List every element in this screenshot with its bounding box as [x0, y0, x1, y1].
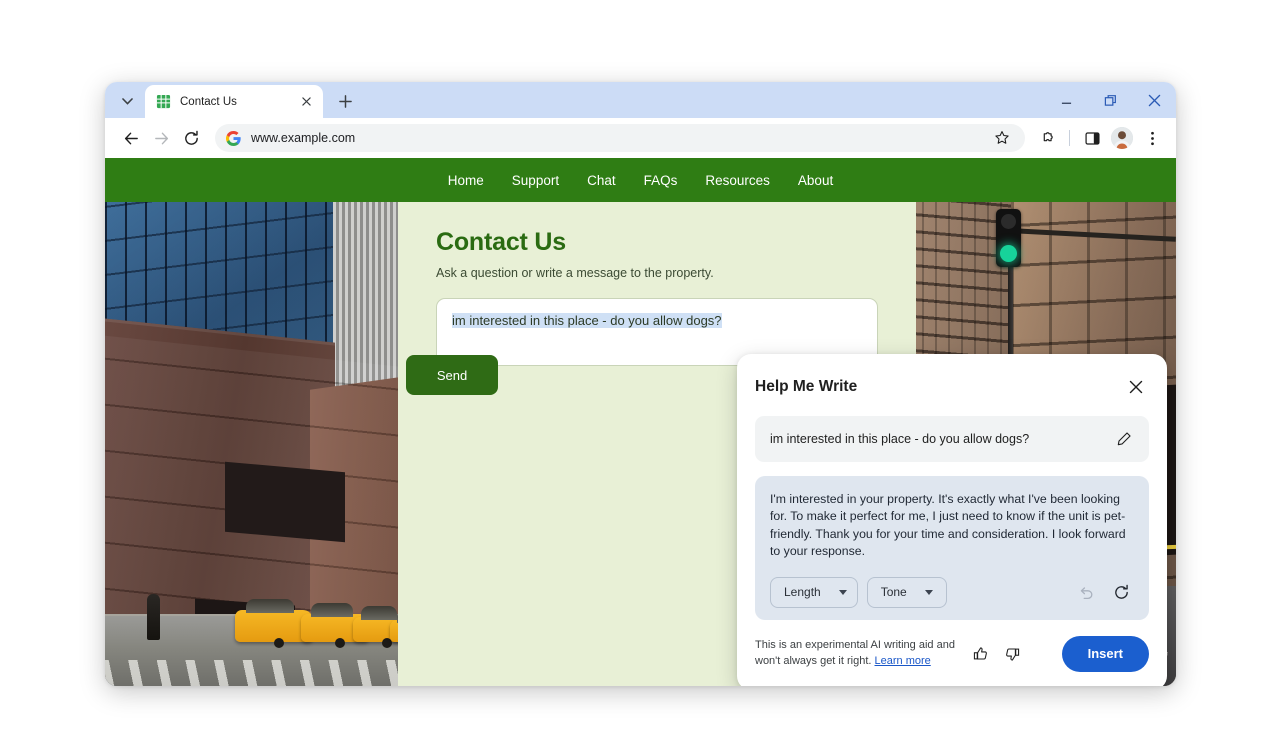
disclaimer-text: This is an experimental AI writing aid a… [755, 638, 960, 669]
page-title: Contact Us [436, 228, 878, 257]
nav-item-chat[interactable]: Chat [573, 173, 630, 188]
undo-icon [1078, 584, 1095, 601]
thumbs-up-button[interactable] [968, 641, 994, 667]
thumbs-down-icon [1004, 646, 1020, 662]
pencil-icon [1116, 431, 1132, 447]
window-controls [1044, 82, 1176, 118]
green-grid-favicon [156, 94, 171, 109]
bookmark-button[interactable] [989, 125, 1015, 151]
toolbar-divider [1069, 130, 1070, 146]
feedback-buttons [968, 641, 1025, 667]
length-dropdown[interactable]: Length [770, 577, 858, 608]
refresh-icon [1113, 584, 1130, 601]
nav-item-faqs[interactable]: FAQs [630, 173, 692, 188]
page-body: Contact Us Ask a question or write a mes… [105, 202, 1176, 686]
generated-result-card: I'm interested in your property. It's ex… [755, 476, 1149, 620]
minimize-icon [1061, 95, 1072, 106]
chevron-down-icon [122, 98, 133, 105]
disclaimer-line-2: won't always get it right. [755, 655, 871, 667]
learn-more-link[interactable]: Learn more [875, 655, 931, 667]
tab-search-button[interactable] [113, 87, 141, 115]
site-navigation: Home Support Chat FAQs Resources About [105, 158, 1176, 202]
generated-text: I'm interested in your property. It's ex… [770, 491, 1134, 561]
reload-icon [183, 130, 200, 147]
reload-button[interactable] [177, 124, 205, 152]
building-photo-left [105, 202, 398, 686]
tab-strip: Contact Us [105, 82, 1176, 118]
nav-item-home[interactable]: Home [434, 173, 498, 188]
avatar-image [1111, 127, 1133, 149]
tone-dropdown[interactable]: Tone [867, 577, 947, 608]
side-panel-icon [1084, 130, 1101, 147]
close-icon [302, 97, 311, 106]
window-close-button[interactable] [1132, 82, 1176, 118]
prompt-text: im interested in this place - do you all… [770, 432, 1102, 446]
send-message-button[interactable]: Send [406, 355, 498, 395]
generation-controls: Length Tone [770, 577, 1134, 608]
new-tab-button[interactable] [331, 87, 359, 115]
nav-item-support[interactable]: Support [498, 173, 573, 188]
regenerate-button[interactable] [1108, 579, 1134, 605]
nav-item-about[interactable]: About [784, 173, 847, 188]
dialog-header: Help Me Write [755, 372, 1149, 416]
dialog-footer: This is an experimental AI writing aid a… [755, 620, 1149, 686]
browser-toolbar: www.example.com [105, 118, 1176, 158]
profile-button[interactable] [1108, 124, 1136, 152]
browser-menu-button[interactable] [1138, 124, 1166, 152]
chevron-down-icon [839, 590, 847, 595]
undo-button[interactable] [1073, 579, 1099, 605]
minimize-button[interactable] [1044, 82, 1088, 118]
prompt-field[interactable]: im interested in this place - do you all… [755, 416, 1149, 462]
back-button[interactable] [117, 124, 145, 152]
tab-close-button[interactable] [298, 93, 315, 110]
close-icon [1148, 94, 1161, 107]
message-text: im interested in this place - do you all… [452, 313, 722, 328]
star-icon [994, 130, 1010, 146]
close-icon [1129, 380, 1143, 394]
extensions-button[interactable] [1033, 124, 1061, 152]
three-dot-menu-icon [1144, 130, 1161, 147]
chevron-down-icon [925, 590, 933, 595]
tab-contact-us[interactable]: Contact Us [145, 85, 323, 118]
restore-window-icon [1104, 94, 1117, 107]
web-page: Home Support Chat FAQs Resources About [105, 158, 1176, 686]
edit-prompt-button[interactable] [1112, 427, 1136, 451]
content-column: Contact Us Ask a question or write a mes… [398, 202, 916, 686]
arrow-right-icon [153, 130, 170, 147]
dialog-close-button[interactable] [1123, 374, 1149, 400]
help-me-write-dialog: Help Me Write im interested in this plac… [737, 354, 1167, 686]
plus-icon [339, 95, 352, 108]
page-subheading: Ask a question or write a message to the… [436, 266, 878, 280]
tab-title: Contact Us [180, 96, 289, 108]
puzzle-piece-icon [1039, 130, 1056, 147]
url-text: www.example.com [251, 131, 979, 145]
tone-label: Tone [881, 585, 907, 599]
traffic-light [996, 209, 1021, 267]
google-g-icon [226, 131, 241, 146]
insert-button[interactable]: Insert [1062, 636, 1149, 672]
length-label: Length [784, 585, 821, 599]
nav-item-resources[interactable]: Resources [691, 173, 784, 188]
browser-window: Contact Us [105, 82, 1176, 686]
forward-button[interactable] [147, 124, 175, 152]
address-bar[interactable]: www.example.com [215, 124, 1025, 152]
profile-avatar [1111, 127, 1133, 149]
restore-button[interactable] [1088, 82, 1132, 118]
dialog-title: Help Me Write [755, 378, 857, 396]
side-panel-button[interactable] [1078, 124, 1106, 152]
arrow-left-icon [123, 130, 140, 147]
thumbs-down-button[interactable] [999, 641, 1025, 667]
thumbs-up-icon [973, 646, 989, 662]
disclaimer-line-1: This is an experimental AI writing aid a… [755, 639, 955, 651]
